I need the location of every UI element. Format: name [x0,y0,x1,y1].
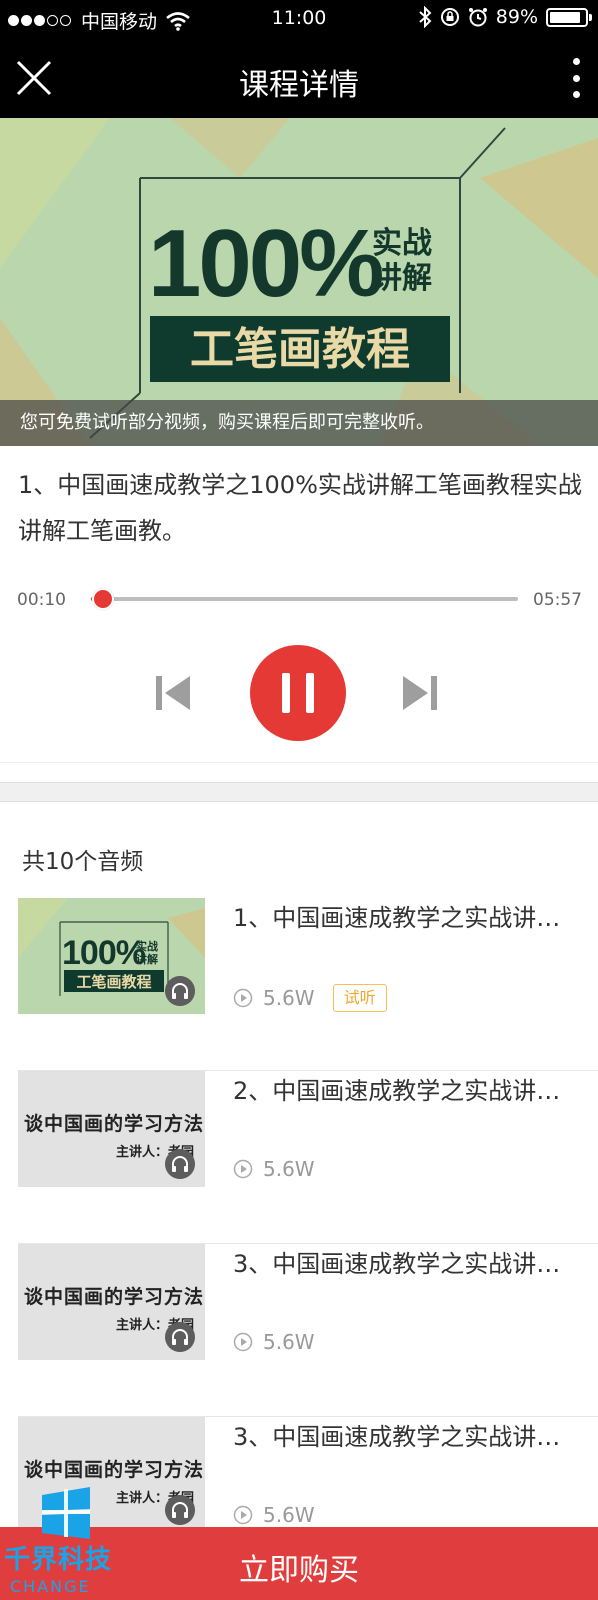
previous-track-icon[interactable] [156,674,190,712]
play-count-icon [233,988,253,1008]
battery-percentage: 89% [495,6,538,28]
status-bar: 中国移动 11:00 89% [0,0,598,38]
audio-title: 2、中国画速成教学之实战讲解工笔画教程 [233,1077,583,1105]
thumb-calligraphy-title: 谈中国画的学习方法 [24,1286,205,1308]
banner-art-small-1: 实战 [372,226,432,261]
banner-art-big: 100% [148,210,382,317]
thumb-art-small-2: 讲解 [136,952,158,966]
divider [0,762,598,763]
next-track-icon[interactable] [403,674,437,712]
headphones-icon [165,1495,195,1525]
current-time: 00:10 [17,590,66,610]
course-banner: 100% 实战 讲解 工笔画教程 您可免费试听部分视频，购买课程后即可完整收听。 [0,118,598,446]
pause-button[interactable] [250,645,346,741]
audio-meta: 5.6W [233,1330,315,1354]
rotation-lock-icon [440,8,459,26]
play-count: 5.6W [263,986,315,1010]
play-count-icon [233,1159,253,1179]
play-count: 5.6W [263,1503,315,1527]
headphones-icon [165,1322,195,1352]
audio-list-item[interactable]: 谈中国画的学习方法 主讲人：老园 3、中国画速成教学之实战讲解工笔画教程 5.6… [18,1244,598,1417]
play-count-icon [233,1505,253,1525]
more-options-icon[interactable] [568,58,584,98]
trial-badge: 试听 [332,984,387,1012]
audio-meta: 5.6W 试听 [233,984,387,1012]
watermark-subtext: CHANGE [10,1577,91,1596]
thumb-art-big: 100% [62,934,146,972]
audio-title: 3、中国画速成教学之实战讲解工笔画教程 [233,1423,583,1451]
audio-list-item[interactable]: 谈中国画的学习方法 主讲人：老园 2、中国画速成教学之实战讲解工笔画教程 5.6… [18,1071,598,1244]
progress-track[interactable] [91,597,518,601]
audio-count-heading: 共10个音频 [22,849,144,875]
banner-art-ribbon: 工笔画教程 [190,324,410,375]
pause-icon [282,673,290,713]
audio-title: 1、中国画速成教学之实战讲解工笔画教程 [233,904,583,932]
banner-art-small-2: 讲解 [372,261,432,296]
watermark-text: 千界科技 [4,1545,113,1575]
watermark-window-icon [42,1487,90,1539]
audio-list-item[interactable]: 100% 实战 讲解 工笔画教程 1、中国画速成教学之实战讲解工笔画教程 5.6… [18,898,598,1071]
status-right: 89% [418,6,592,28]
play-count: 5.6W [263,1157,315,1181]
banner-artwork: 100% 实战 讲解 工笔画教程 [0,118,598,446]
audio-thumbnail: 谈中国画的学习方法 主讲人：老园 [18,1071,205,1187]
watermark-logo: 千界科技 CHANGE [0,1483,135,1600]
headphones-icon [165,1149,195,1179]
bluetooth-icon [419,6,432,28]
audio-title: 3、中国画速成教学之实战讲解工笔画教程 [233,1250,583,1278]
thumb-calligraphy-title: 谈中国画的学习方法 [24,1459,205,1481]
thumb-art-small-1: 实战 [136,939,158,953]
audio-thumbnail: 100% 实战 讲解 工笔画教程 [18,898,205,1014]
progress-handle[interactable] [91,588,114,610]
course-title: 1、中国画速成教学之100%实战讲解工笔画教程实战讲解工笔画教。 [18,471,582,545]
thumb-calligraphy-title: 谈中国画的学习方法 [24,1113,205,1135]
play-count-icon [233,1332,253,1352]
headphones-icon [165,976,195,1006]
thumb-art-ribbon: 工笔画教程 [76,973,151,991]
duration: 05:57 [533,590,582,610]
preview-notice: 您可免费试听部分视频，购买课程后即可完整收听。 [0,400,598,446]
alarm-icon [468,8,487,27]
nav-bar: 课程详情 [0,38,598,118]
audio-meta: 5.6W [233,1503,315,1527]
play-count: 5.6W [263,1330,315,1354]
page-title: 课程详情 [239,68,359,103]
section-gap [0,782,598,802]
audio-meta: 5.6W [233,1157,315,1181]
battery-icon [546,7,592,27]
audio-thumbnail: 谈中国画的学习方法 主讲人：老园 [18,1244,205,1360]
